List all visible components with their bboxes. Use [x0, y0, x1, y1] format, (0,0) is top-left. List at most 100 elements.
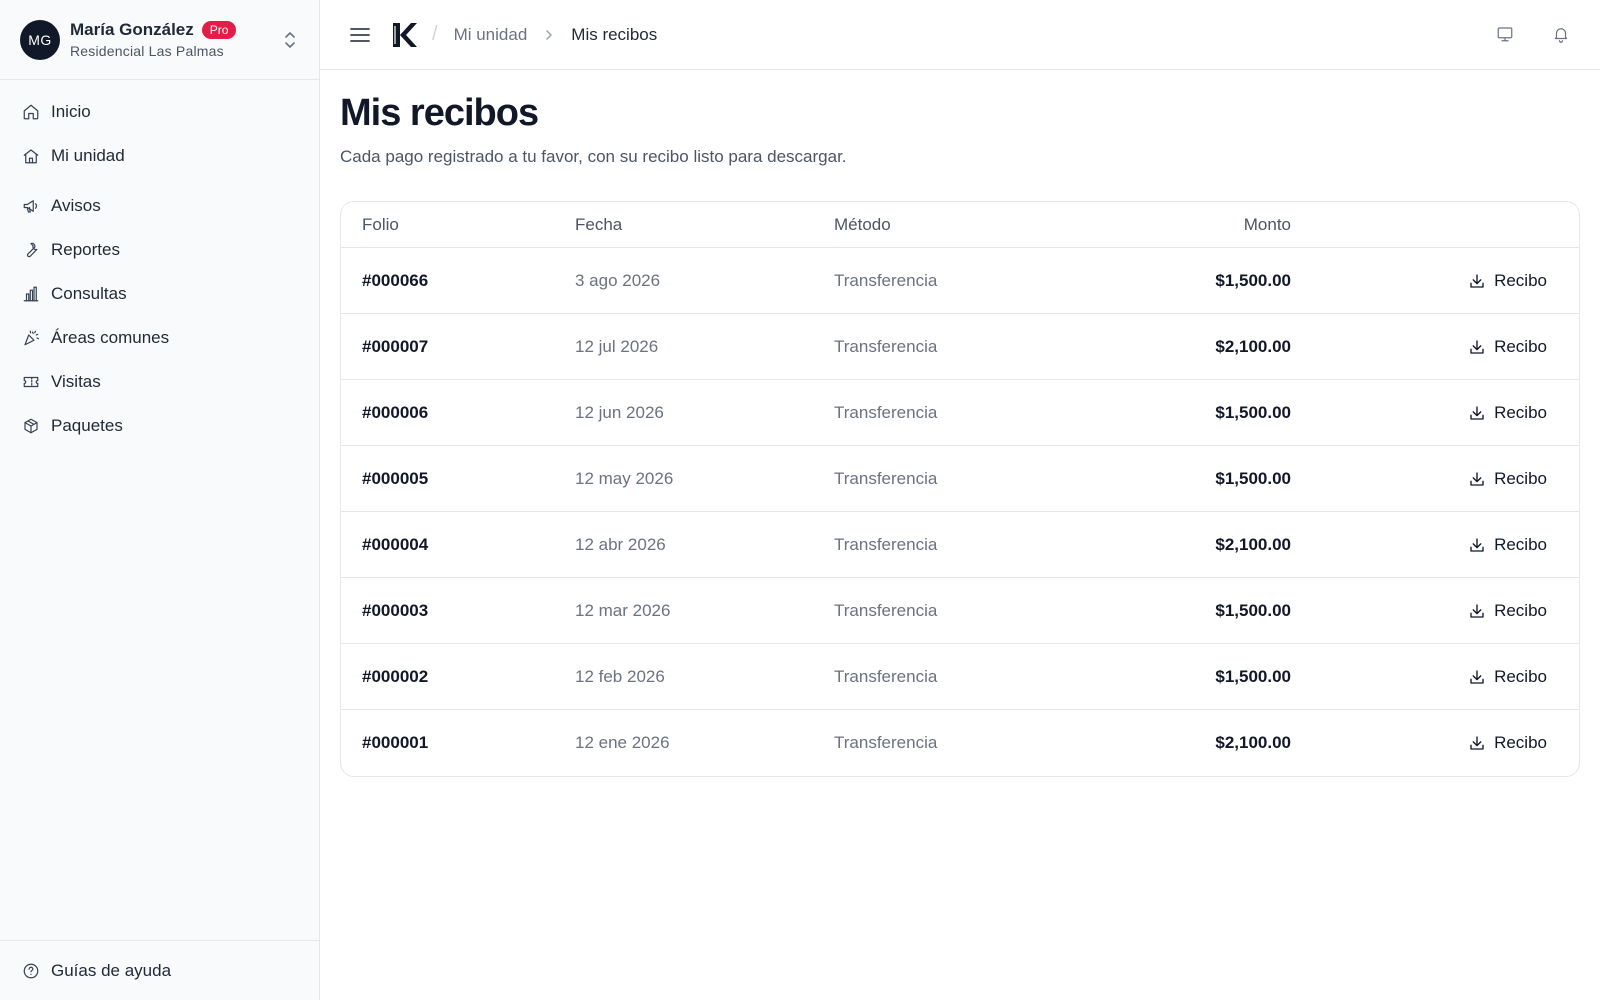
- cell-monto: $2,100.00: [1215, 534, 1291, 554]
- header-fecha: Fecha: [575, 214, 623, 234]
- sidebar-nav: Inicio Mi unidad Avisos Reportes Consult…: [0, 80, 319, 448]
- table-row: #000004 12 abr 2026 Transferencia $2,100…: [341, 512, 1579, 578]
- cell-folio: #000066: [362, 270, 429, 290]
- receipts-table: Folio Fecha Método Monto #000066 3 ago 2…: [340, 201, 1580, 777]
- download-receipt-button[interactable]: Recibo: [1468, 733, 1547, 753]
- download-label: Recibo: [1494, 336, 1547, 356]
- cell-monto: $1,500.00: [1215, 402, 1291, 422]
- sidebar-item-label: Avisos: [51, 196, 101, 215]
- table-row: #000003 12 mar 2026 Transferencia $1,500…: [341, 578, 1579, 644]
- bar-chart-icon: [21, 284, 41, 304]
- sidebar-item-visitas[interactable]: Visitas: [0, 360, 319, 404]
- cell-monto: $1,500.00: [1215, 468, 1291, 488]
- sidebar-item-mi-unidad[interactable]: Mi unidad: [0, 134, 319, 178]
- cell-metodo: Transferencia: [834, 666, 938, 686]
- cell-metodo: Transferencia: [834, 534, 938, 554]
- sidebar-item-label: Mi unidad: [51, 146, 125, 165]
- download-icon: [1468, 668, 1486, 686]
- user-name: María González: [70, 20, 194, 39]
- download-receipt-button[interactable]: Recibo: [1468, 667, 1547, 687]
- cell-fecha: 12 feb 2026: [575, 666, 665, 686]
- cell-monto: $2,100.00: [1215, 336, 1291, 356]
- sidebar-item-label: Paquetes: [51, 416, 123, 435]
- sidebar-item-label: Visitas: [51, 372, 101, 391]
- breadcrumb-current: Mis recibos: [571, 24, 658, 44]
- breadcrumb-separator: /: [432, 23, 438, 45]
- cell-folio: #000007: [362, 336, 429, 356]
- plan-badge: Pro: [201, 21, 237, 39]
- download-receipt-button[interactable]: Recibo: [1468, 337, 1547, 357]
- topbar: / Mi unidad Mis recibos: [320, 0, 1600, 70]
- sidebar-item-paquetes[interactable]: Paquetes: [0, 404, 319, 448]
- sidebar-item-help[interactable]: Guías de ayuda: [0, 940, 319, 1000]
- table-row: #000005 12 may 2026 Transferencia $1,500…: [341, 446, 1579, 512]
- header-metodo: Método: [834, 214, 891, 234]
- sidebar-item-consultas[interactable]: Consultas: [0, 272, 319, 316]
- cell-fecha: 12 jul 2026: [575, 336, 659, 356]
- cell-fecha: 12 may 2026: [575, 468, 674, 488]
- table-header: Folio Fecha Método Monto: [341, 202, 1579, 248]
- table-row: #000002 12 feb 2026 Transferencia $1,500…: [341, 644, 1579, 710]
- table-row: #000001 12 ene 2026 Transferencia $2,100…: [341, 710, 1579, 776]
- user-switcher[interactable]: MG María González Pro Residencial Las Pa…: [0, 0, 319, 80]
- chevron-right-icon: [546, 29, 553, 40]
- wrench-icon: [21, 240, 41, 260]
- chevron-up-down-icon[interactable]: [283, 28, 297, 52]
- sidebar-item-reportes[interactable]: Reportes: [0, 228, 319, 272]
- download-receipt-button[interactable]: Recibo: [1468, 535, 1547, 555]
- table-row: #000066 3 ago 2026 Transferencia $1,500.…: [341, 248, 1579, 314]
- cell-folio: #000002: [362, 666, 429, 686]
- download-receipt-button[interactable]: Recibo: [1468, 271, 1547, 291]
- cell-metodo: Transferencia: [834, 733, 938, 752]
- page-subtitle: Cada pago registrado a tu favor, con su …: [340, 147, 847, 166]
- avatar: MG: [20, 19, 60, 60]
- cell-folio: #000001: [362, 733, 429, 752]
- download-icon: [1468, 602, 1486, 620]
- cell-metodo: Transferencia: [834, 270, 938, 290]
- cell-fecha: 12 mar 2026: [575, 600, 671, 620]
- sidebar-item-label: Consultas: [51, 284, 127, 303]
- sidebar-item-inicio[interactable]: Inicio: [0, 90, 319, 134]
- download-label: Recibo: [1494, 270, 1547, 290]
- megaphone-icon: [21, 196, 41, 216]
- download-icon: [1468, 272, 1486, 290]
- download-label: Recibo: [1494, 666, 1547, 686]
- download-icon: [1468, 470, 1486, 488]
- download-icon: [1468, 734, 1486, 752]
- sidebar-item-areas-comunes[interactable]: Áreas comunes: [0, 316, 319, 360]
- table-row: #000006 12 jun 2026 Transferencia $1,500…: [341, 380, 1579, 446]
- cell-monto: $1,500.00: [1215, 600, 1291, 620]
- cell-folio: #000004: [362, 534, 429, 554]
- download-receipt-button[interactable]: Recibo: [1468, 601, 1547, 621]
- breadcrumb-mi-unidad[interactable]: Mi unidad: [454, 25, 528, 45]
- ticket-icon: [21, 372, 41, 392]
- cell-metodo: Transferencia: [834, 468, 938, 488]
- download-label: Recibo: [1494, 600, 1547, 620]
- header-monto: Monto: [1243, 214, 1291, 234]
- app-logo[interactable]: [392, 22, 418, 48]
- help-circle-icon: [21, 961, 41, 981]
- sidebar-item-avisos[interactable]: Avisos: [0, 184, 319, 228]
- menu-icon[interactable]: [348, 23, 372, 47]
- download-label: Recibo: [1494, 733, 1547, 752]
- download-receipt-button[interactable]: Recibo: [1468, 469, 1547, 489]
- monitor-icon[interactable]: [1494, 23, 1516, 45]
- cell-fecha: 3 ago 2026: [575, 270, 661, 290]
- cell-folio: #000003: [362, 600, 429, 620]
- cell-folio: #000006: [362, 402, 429, 422]
- main-content: Mis recibos Cada pago registrado a tu fa…: [340, 70, 1580, 777]
- download-receipt-button[interactable]: Recibo: [1468, 403, 1547, 423]
- download-icon: [1468, 338, 1486, 356]
- download-icon: [1468, 404, 1486, 422]
- download-icon: [1468, 536, 1486, 554]
- home-icon: [21, 102, 41, 122]
- cell-monto: $1,500.00: [1215, 270, 1291, 290]
- download-label: Recibo: [1494, 534, 1547, 554]
- bell-icon[interactable]: [1550, 23, 1572, 45]
- sidebar-item-label: Áreas comunes: [51, 328, 170, 347]
- cell-metodo: Transferencia: [834, 336, 938, 356]
- download-label: Recibo: [1494, 468, 1547, 488]
- cell-monto: $2,100.00: [1215, 733, 1291, 752]
- help-label: Guías de ayuda: [51, 960, 172, 980]
- table-row: #000007 12 jul 2026 Transferencia $2,100…: [341, 314, 1579, 380]
